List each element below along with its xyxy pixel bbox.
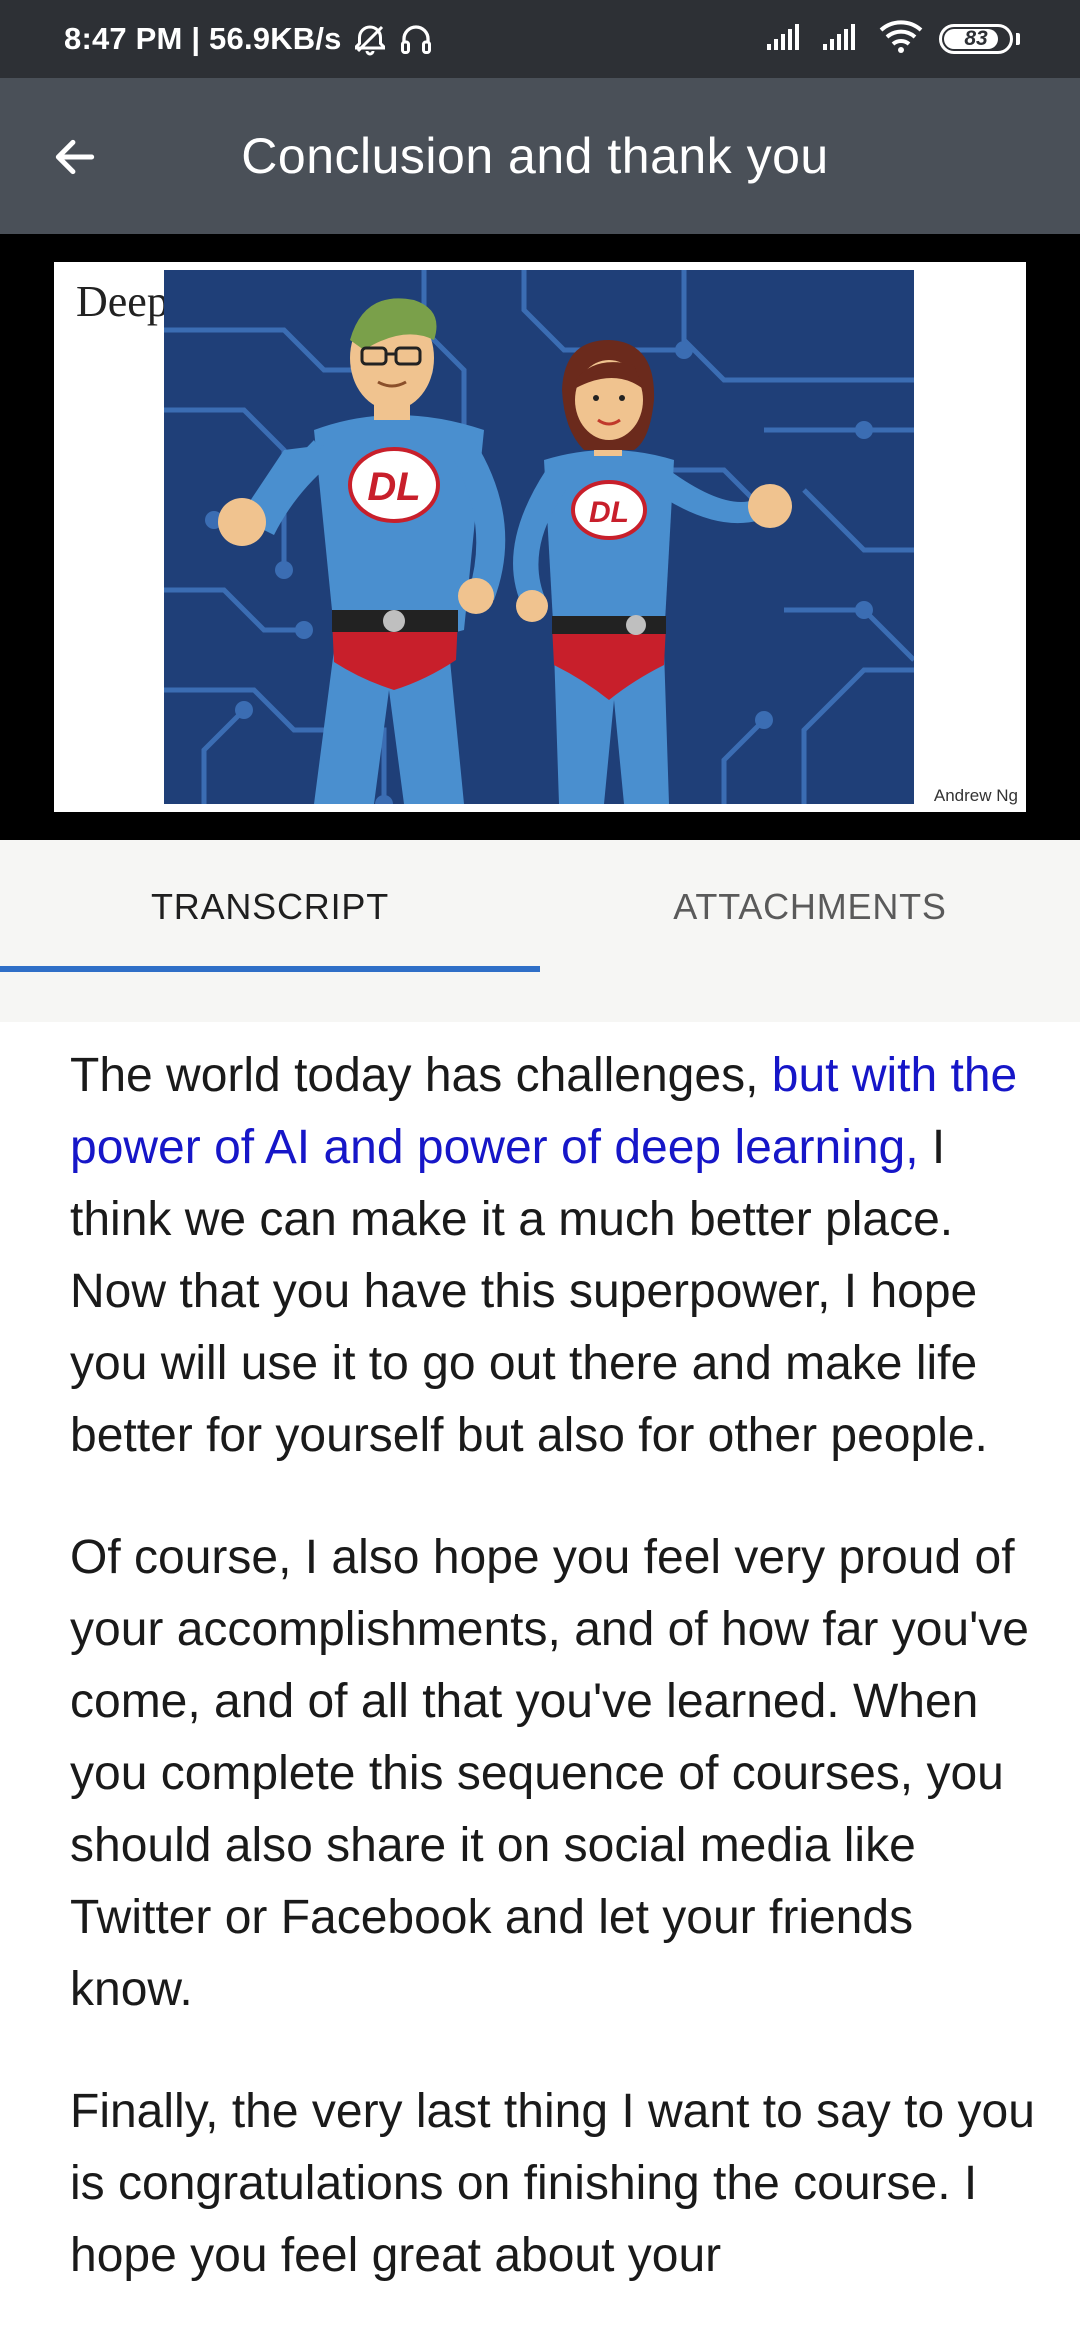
back-button[interactable]: [40, 122, 110, 192]
status-bar: 8:47 PM | 56.9KB/s 83: [0, 0, 1080, 78]
battery-nub: [1016, 33, 1020, 45]
slide-credit: Andrew Ng: [933, 786, 1018, 805]
chest-emblem-right: DL: [589, 496, 629, 529]
status-left: 8:47 PM | 56.9KB/s: [64, 21, 434, 57]
chest-emblem-left: DL: [367, 465, 420, 509]
signal-icon: [823, 22, 863, 57]
transcript-paragraph: The world today has challenges, but with…: [70, 1040, 1036, 1472]
page-title: Conclusion and thank you: [241, 128, 829, 184]
status-right: 83: [767, 19, 1020, 59]
tab-attachments[interactable]: ATTACHMENTS: [540, 840, 1080, 974]
video-slide: Deep DL DL Andrew Ng: [54, 262, 1026, 812]
tab-bar: TRANSCRIPT ATTACHMENTS: [0, 840, 1080, 1022]
transcript-paragraph: Of course, I also hope you feel very pro…: [70, 1531, 1029, 2016]
superhero-illustration: DL DL: [164, 270, 914, 804]
battery-level: 83: [964, 27, 988, 50]
transcript-paragraph: Finally, the very last thing I want to s…: [70, 2085, 1035, 2282]
wifi-icon: [879, 19, 923, 59]
alarm-off-icon: [352, 21, 388, 57]
tab-transcript[interactable]: TRANSCRIPT: [0, 840, 540, 974]
battery-icon: 83: [939, 24, 1013, 54]
back-arrow-icon: [55, 139, 95, 175]
status-time-speed: 8:47 PM | 56.9KB/s: [64, 21, 342, 56]
app-bar: Conclusion and thank you: [0, 78, 1080, 234]
headset-icon: [398, 21, 434, 57]
slide-title: Deep: [76, 277, 169, 326]
signal-icon: [767, 22, 807, 57]
video-player[interactable]: Deep DL DL Andrew Ng: [0, 234, 1080, 840]
tab-selected-indicator: [0, 966, 540, 972]
transcript-text: The world today has challenges,: [70, 1049, 772, 1102]
transcript-content[interactable]: The world today has challenges, but with…: [0, 1022, 1080, 2340]
